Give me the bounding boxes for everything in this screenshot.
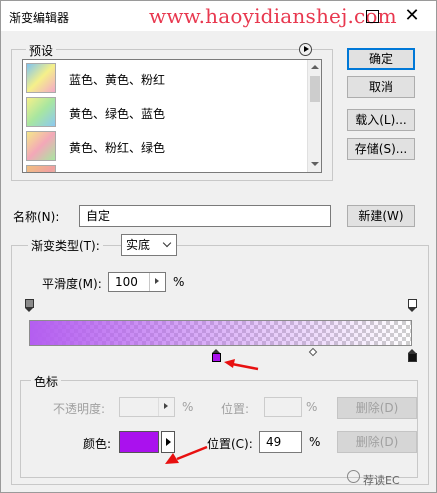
color-stop-active[interactable] [212,349,222,362]
ok-button[interactable]: 确定 [347,48,415,70]
wechat-icon [347,470,360,483]
presets-label: 预设 [26,42,57,59]
gradient-bar[interactable] [29,320,412,346]
location-label: 位置(C): [207,437,253,451]
scroll-thumb[interactable] [310,76,320,102]
opacity-label: 不透明度: [53,402,106,416]
location-input[interactable]: 49 [259,431,302,453]
opacity-spin-icon[interactable] [158,398,174,416]
smoothness-input[interactable]: 100 [108,272,166,292]
presets-group: 预设 蓝色、黄色、粉红 黄色、绿色、蓝色 黄色、粉红、绿色 [11,42,333,181]
annotation-arrow-stop [224,359,259,371]
preset-swatch [26,131,56,161]
gradient-type-select[interactable]: 实底 [121,234,177,256]
color-stops-label: 色标 [31,373,62,390]
name-label: 名称(N): [13,210,60,224]
opacity-stop-start[interactable] [24,299,34,312]
preset-name: 蓝色、黄色、粉红 [69,73,166,87]
opacity-stop-end[interactable] [407,299,417,312]
gradient-fill [30,321,411,345]
preset-item[interactable]: 黄色、绿色、蓝色 [23,95,307,129]
preset-item[interactable] [23,163,307,172]
annotation-arrow-color [165,445,208,464]
location-label-disabled: 位置: [221,402,250,416]
name-input[interactable]: 自定 [79,205,331,227]
smoothness-spin-icon[interactable] [149,273,165,291]
gradient-group: 渐变类型(T): 实底 平滑度(M): 100 % 色标 不透明度: % 位置:… [11,234,429,485]
color-stops-group: 色标 不透明度: % 位置: % 删除(D) 颜色: 位置(C): 49 % 删… [20,373,418,478]
preset-swatch [26,97,56,127]
gradient-type-value: 实底 [126,238,151,252]
preset-name: 黄色、粉红、绿色 [69,141,166,155]
save-button[interactable]: 存储(S)... [347,138,415,160]
gradient-type-label: 渐变类型(T): [28,237,103,254]
delete-color-stop-button[interactable]: 删除(D) [337,431,417,453]
scroll-up-icon[interactable] [311,65,319,69]
maximize-icon[interactable] [361,5,383,27]
smoothness-value: 100 [115,275,138,289]
new-button[interactable]: 新建(W) [347,205,415,227]
presets-scrollbar[interactable] [307,60,321,172]
location-unit: % [309,435,321,449]
chevron-down-icon [162,238,172,248]
opacity-unit: % [182,400,194,414]
stop-color-swatch[interactable] [119,431,159,453]
presets-list[interactable]: 蓝色、黄色、粉红 黄色、绿色、蓝色 黄色、粉红、绿色 [22,59,322,173]
preset-item[interactable]: 蓝色、黄色、粉红 [23,61,307,95]
smoothness-label: 平滑度(M): [42,277,102,291]
preset-swatch [26,165,56,172]
window-title: 渐变编辑器 [9,11,70,25]
opacity-location-input[interactable] [264,397,302,417]
corner-watermark: 荐读EC [363,474,400,487]
load-button[interactable]: 载入(L)... [347,109,415,131]
preset-item[interactable]: 黄色、粉红、绿色 [23,129,307,163]
watermark-url: www.haoyidianshej.com [149,4,397,28]
midpoint-diamond[interactable] [309,347,318,357]
color-label: 颜色: [83,437,112,451]
title-bar: 渐变编辑器 www.haoyidianshej.com ✕ [1,1,436,31]
opacity-input[interactable] [119,397,175,417]
smoothness-unit: % [173,275,185,289]
presets-menu-icon[interactable] [299,43,312,56]
opacity-location-unit: % [306,400,318,414]
close-icon[interactable]: ✕ [401,5,423,27]
color-stop-end[interactable] [407,349,417,362]
cancel-button[interactable]: 取消 [347,76,415,98]
preset-name: 黄色、绿色、蓝色 [69,107,166,121]
preset-swatch [26,63,56,93]
delete-opacity-stop-button[interactable]: 删除(D) [337,397,417,419]
scroll-down-icon[interactable] [311,162,319,166]
gradient-editor-window: 渐变编辑器 www.haoyidianshej.com ✕ 预设 蓝色、黄色、粉… [0,0,437,493]
